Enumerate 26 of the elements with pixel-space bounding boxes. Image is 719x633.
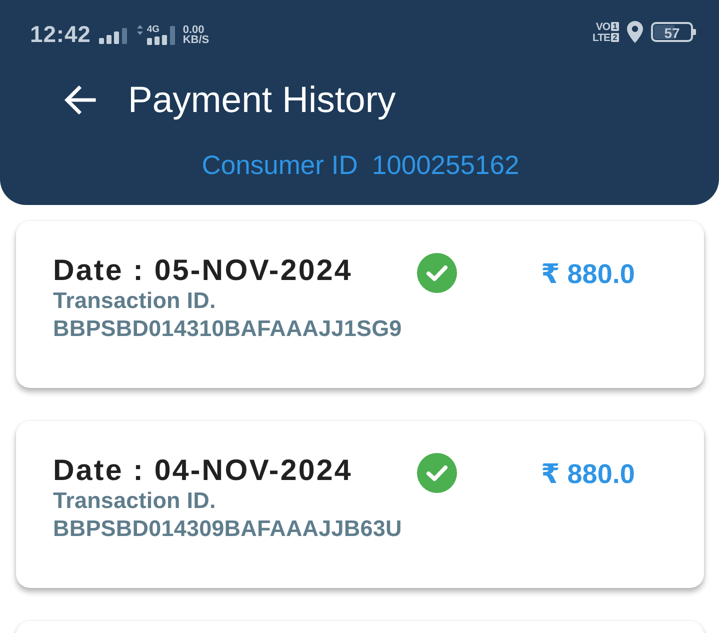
network-type-label: 4G xyxy=(146,24,160,34)
transaction-id-label: Transaction ID. xyxy=(53,287,217,315)
status-time: 12:42 xyxy=(30,20,91,48)
transaction-amount: ₹ 880.0 xyxy=(541,458,636,490)
consumer-id-value: 1000255162 xyxy=(372,150,520,181)
data-arrows-icon xyxy=(136,25,143,35)
transaction-date: Date : 04-NOV-2024 xyxy=(53,455,354,487)
data-speed-unit: KB/S xyxy=(182,35,210,45)
volte-label: VO xyxy=(596,22,610,32)
transaction-date: Date : 05-NOV-2024 xyxy=(53,255,354,287)
transaction-id: BBPSBD014309BAFAAAJJB63U xyxy=(53,515,403,543)
battery-indicator: 57 xyxy=(651,22,693,42)
back-arrow-icon xyxy=(64,85,96,115)
sim-number: 1 xyxy=(611,22,619,31)
screen-title: Payment History xyxy=(128,79,396,121)
transaction-id: BBPSBD014310BAFAAAJJ1SG9 xyxy=(53,315,403,343)
location-pin-icon xyxy=(627,21,643,43)
data-speed-value: 0.00 xyxy=(182,25,204,35)
transaction-amount: ₹ 880.0 xyxy=(541,258,636,290)
signal-bar-icon xyxy=(170,26,175,44)
signal-strength-icon xyxy=(98,28,127,44)
consumer-id-label: Consumer ID xyxy=(202,150,358,181)
transaction-id-label: Transaction ID. xyxy=(53,487,217,515)
volte-label: LTE xyxy=(592,32,610,42)
sim-number: 2 xyxy=(611,33,619,42)
mobile-signal-icon xyxy=(146,34,167,44)
